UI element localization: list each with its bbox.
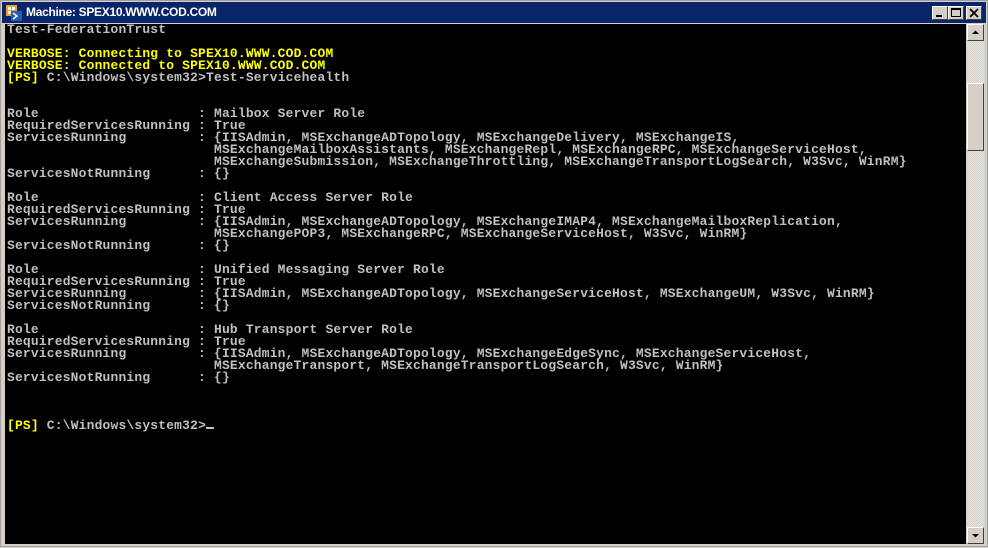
arrow-down-icon xyxy=(972,534,979,538)
scroll-down-button[interactable] xyxy=(967,527,984,544)
minimize-icon xyxy=(936,15,942,17)
output-line: ServicesNotRunning : {} xyxy=(6,166,230,181)
prompt-path: C:\Windows\system32> xyxy=(38,70,207,85)
maximize-button[interactable] xyxy=(948,6,964,20)
powershell-window: Machine: SPEX10.WWW.COD.COM Test-Federat… xyxy=(0,0,988,547)
arrow-up-icon xyxy=(972,30,979,34)
close-button[interactable] xyxy=(966,6,982,20)
window-title: Machine: SPEX10.WWW.COD.COM xyxy=(26,5,217,19)
text-cursor xyxy=(206,427,214,429)
prompt-line: [PS] C:\Windows\system32>Test-Servicehea… xyxy=(6,70,961,85)
powershell-icon[interactable] xyxy=(6,5,22,21)
output-line: ServicesNotRunning : {} xyxy=(6,370,230,385)
console-output[interactable]: Test-FederationTrust VERBOSE: Connecting … xyxy=(5,24,966,544)
vertical-scrollbar[interactable] xyxy=(967,24,984,544)
scroll-up-button[interactable] xyxy=(967,24,984,41)
prompt-path: C:\Windows\system32> xyxy=(38,418,207,433)
output-line: ServicesNotRunning : {} xyxy=(6,238,230,253)
output-line: ServicesNotRunning : {} xyxy=(6,298,230,313)
console-text: Test-FederationTrust VERBOSE: Connecting … xyxy=(5,24,961,432)
close-icon xyxy=(969,8,979,18)
prompt-tag: [PS] xyxy=(6,70,39,85)
minimize-button[interactable] xyxy=(932,6,948,20)
prompt-tag: [PS] xyxy=(6,418,39,433)
command-text: Test-Servicehealth xyxy=(206,70,350,85)
title-bar[interactable]: Machine: SPEX10.WWW.COD.COM xyxy=(2,2,986,23)
scrollbar-thumb[interactable] xyxy=(967,83,984,151)
output-line: Test-FederationTrust xyxy=(6,24,167,37)
maximize-icon xyxy=(951,8,961,17)
prompt-line: [PS] C:\Windows\system32> xyxy=(6,418,961,433)
